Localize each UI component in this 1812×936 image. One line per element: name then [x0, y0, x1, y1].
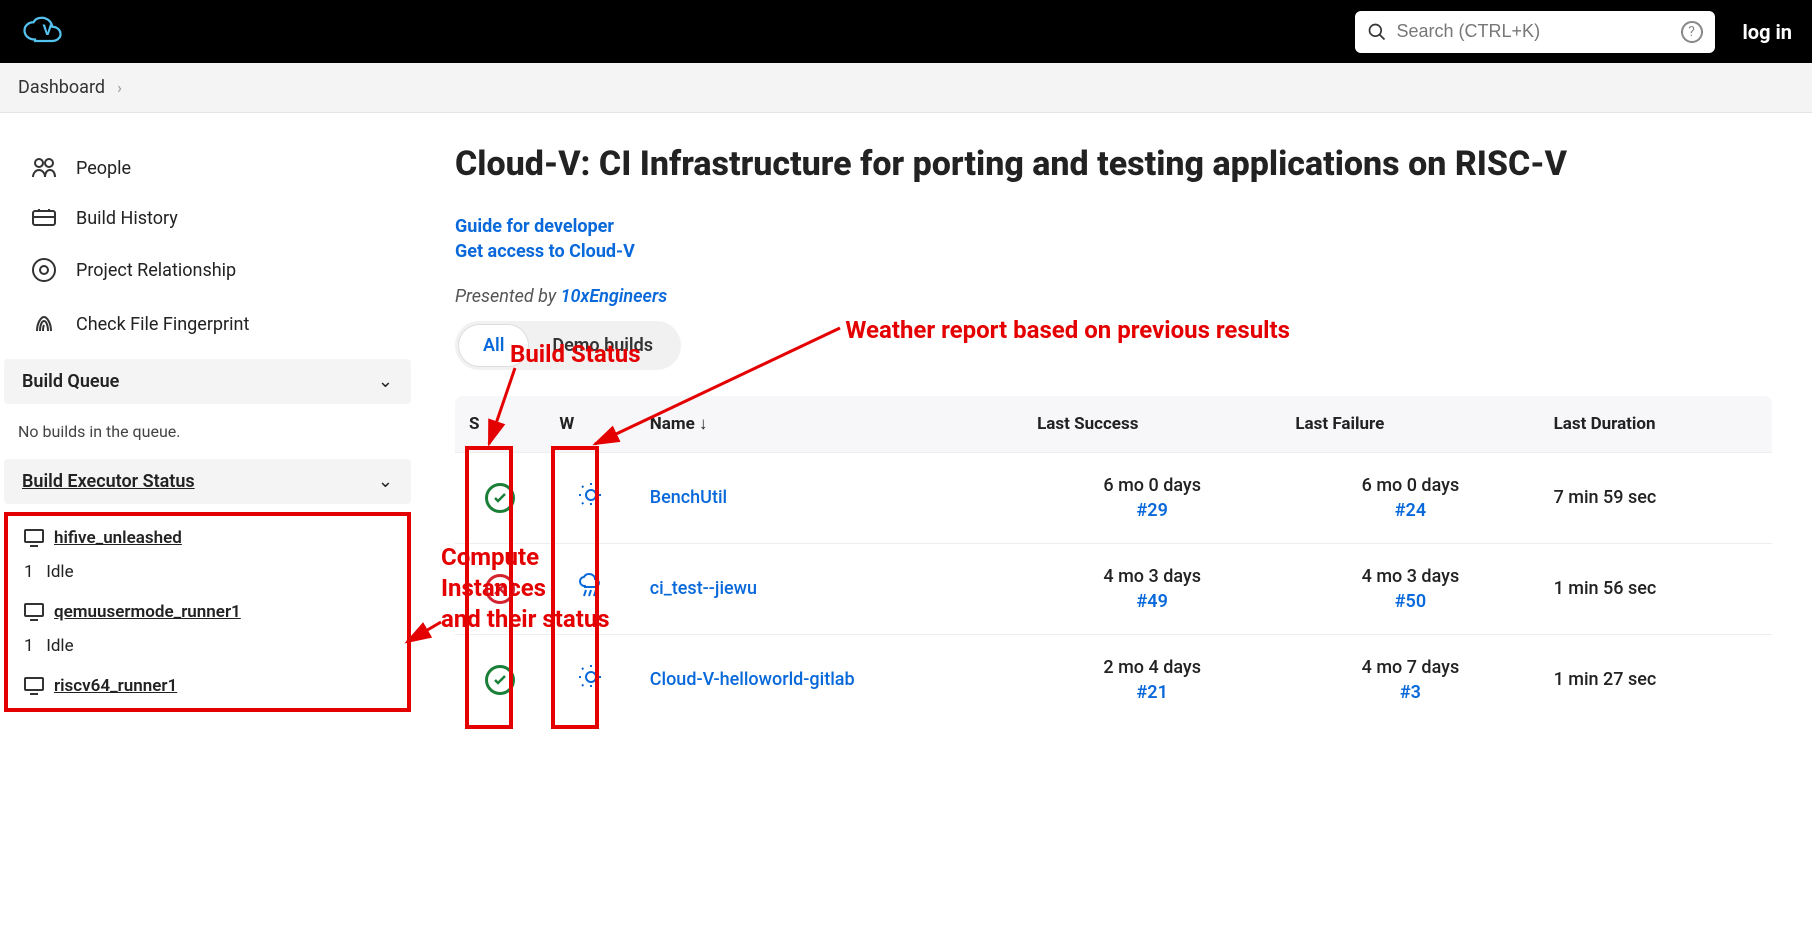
job-link[interactable]: ci_test--jiewu [650, 578, 757, 599]
login-link[interactable]: log in [1743, 20, 1792, 44]
logo[interactable]: V [20, 14, 68, 50]
sidebar-item-people[interactable]: People [0, 143, 415, 193]
tab-all[interactable]: All [459, 325, 528, 366]
link-guide[interactable]: Guide for developer [455, 216, 1772, 237]
page-title: Cloud-V: CI Infrastructure for porting a… [455, 143, 1772, 186]
sidebar-item-label: Project Relationship [76, 260, 236, 281]
sidebar-item-label: Check File Fingerprint [76, 314, 249, 335]
sidebar-item-label: Build History [76, 208, 178, 229]
executor-node[interactable]: hifive_unleashed [8, 520, 407, 556]
breadcrumb: Dashboard › [0, 63, 1812, 113]
col-status[interactable]: S [455, 396, 545, 452]
tab-demo-builds[interactable]: Demo builds [528, 325, 677, 366]
sidebar: People Build History Project Relationshi… [0, 113, 415, 725]
last-failure-time: 4 mo 7 days [1295, 657, 1525, 678]
status-cell [455, 543, 545, 634]
top-bar: V ? log in [0, 0, 1812, 63]
status-cell [455, 634, 545, 725]
weather-rainy-icon [577, 584, 605, 605]
last-success-time: 2 mo 4 days [1037, 657, 1267, 678]
weather-sunny-icon [577, 675, 605, 696]
weather-cell [545, 452, 635, 543]
link-access[interactable]: Get access to Cloud-V [455, 241, 1772, 262]
chevron-down-icon: ⌄ [378, 371, 393, 392]
last-failure-run[interactable]: #50 [1295, 591, 1525, 612]
weather-cell [545, 634, 635, 725]
last-success-time: 6 mo 0 days [1037, 475, 1267, 496]
fingerprint-icon [30, 311, 58, 337]
main-content: Cloud-V: CI Infrastructure for porting a… [415, 113, 1812, 725]
search-icon [1367, 22, 1387, 42]
table-row: Cloud-V-helloworld-gitlab 2 mo 4 days #21 4… [455, 634, 1772, 725]
monitor-icon [24, 603, 44, 621]
sidebar-item-label: People [76, 158, 131, 179]
panel-title: Build Queue [22, 371, 119, 392]
executor-slot: 1 Idle [8, 630, 407, 668]
annotation-box-executors: hifive_unleashed 1 Idle qemuusermode_run… [4, 512, 411, 712]
job-table: S W Name ↓ Last Success Last Failure Las… [455, 396, 1772, 725]
sidebar-item-project-relationship[interactable]: Project Relationship [0, 243, 415, 297]
col-weather[interactable]: W [545, 396, 635, 452]
build-queue-panel[interactable]: Build Queue ⌄ [4, 359, 411, 404]
annotation-weather: Weather report based on previous results [845, 316, 1290, 344]
sidebar-item-fingerprint[interactable]: Check File Fingerprint [0, 297, 415, 351]
executor-node[interactable]: riscv64_runner1 [8, 668, 407, 704]
last-failure-run[interactable]: #24 [1295, 500, 1525, 521]
duration: 1 min 56 sec [1554, 578, 1657, 599]
col-last-success[interactable]: Last Success [1023, 396, 1281, 452]
relationship-icon [30, 257, 58, 283]
col-last-failure[interactable]: Last Failure [1281, 396, 1539, 452]
panel-title: Build Executor Status [22, 471, 195, 492]
executor-node[interactable]: qemuusermode_runner1 [8, 594, 407, 630]
table-row: ci_test--jiewu 4 mo 3 days #49 4 mo 3 days #… [455, 543, 1772, 634]
chevron-right-icon: › [117, 78, 122, 97]
help-icon[interactable]: ? [1681, 21, 1703, 43]
col-name[interactable]: Name ↓ [636, 396, 1023, 452]
chevron-down-icon: ⌄ [378, 471, 393, 492]
job-link[interactable]: Cloud-V-helloworld-gitlab [650, 669, 855, 690]
table-row: BenchUtil 6 mo 0 days #29 6 mo 0 days #24 7 m… [455, 452, 1772, 543]
breadcrumb-item[interactable]: Dashboard [18, 77, 105, 98]
last-failure-run[interactable]: #3 [1295, 682, 1525, 703]
status-success-icon [485, 665, 515, 695]
build-executor-panel[interactable]: Build Executor Status ⌄ [4, 459, 411, 504]
weather-cell [545, 543, 635, 634]
executor-name: hifive_unleashed [54, 528, 182, 548]
status-success-icon [485, 483, 515, 513]
tab-row: All Demo builds [455, 321, 681, 370]
job-link[interactable]: BenchUtil [650, 487, 727, 508]
history-icon [30, 207, 58, 229]
col-last-duration[interactable]: Last Duration [1540, 396, 1772, 452]
last-failure-time: 4 mo 3 days [1295, 566, 1525, 587]
presenter-link[interactable]: 10xEngineers [561, 286, 668, 307]
last-failure-time: 6 mo 0 days [1295, 475, 1525, 496]
presented-by: Presented by 10xEngineers [455, 286, 1772, 307]
weather-sunny-icon [577, 493, 605, 514]
duration: 1 min 27 sec [1554, 669, 1657, 690]
people-icon [30, 157, 58, 179]
search-input[interactable] [1397, 21, 1671, 42]
duration: 7 min 59 sec [1554, 487, 1657, 508]
svg-text:V: V [43, 21, 53, 39]
search-box[interactable]: ? [1355, 11, 1715, 53]
last-success-time: 4 mo 3 days [1037, 566, 1267, 587]
status-cell [455, 452, 545, 543]
last-success-run[interactable]: #29 [1037, 500, 1267, 521]
build-queue-empty-text: No builds in the queue. [0, 412, 415, 451]
monitor-icon [24, 529, 44, 547]
monitor-icon [24, 677, 44, 695]
cloud-logo-icon: V [20, 14, 68, 50]
last-success-run[interactable]: #21 [1037, 682, 1267, 703]
executor-name: qemuusermode_runner1 [54, 602, 241, 622]
status-failure-icon [485, 574, 515, 604]
sidebar-item-build-history[interactable]: Build History [0, 193, 415, 243]
executor-slot: 1 Idle [8, 556, 407, 594]
last-success-run[interactable]: #49 [1037, 591, 1267, 612]
executor-name: riscv64_runner1 [54, 676, 177, 696]
